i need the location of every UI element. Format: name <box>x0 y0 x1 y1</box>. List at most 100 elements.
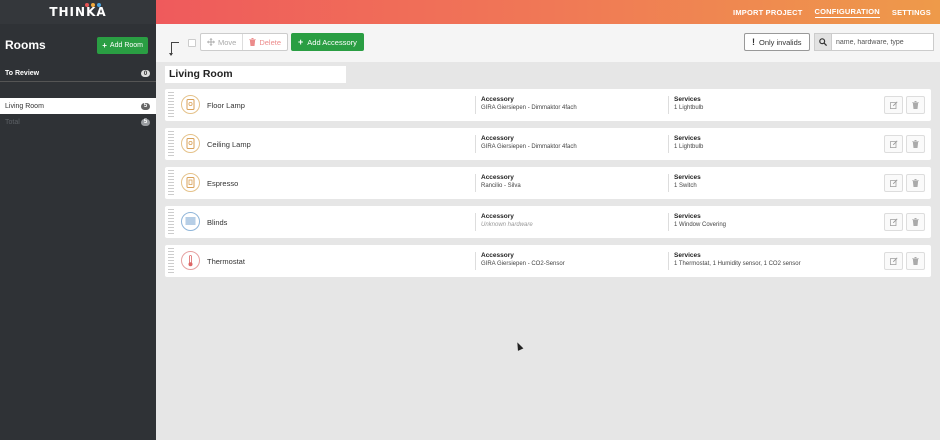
nav-import-project[interactable]: IMPORT PROJECT <box>733 8 802 17</box>
nav-configuration[interactable]: CONFIGURATION <box>814 7 880 18</box>
delete-accessory-button[interactable] <box>906 135 925 153</box>
trash-icon <box>912 257 919 265</box>
count-badge: 0 <box>141 70 150 77</box>
move-button[interactable]: Move <box>201 34 242 50</box>
move-label: Move <box>218 37 237 47</box>
trash-icon <box>912 101 919 109</box>
nav-settings[interactable]: SETTINGS <box>892 8 931 17</box>
thermometer-icon <box>181 251 200 270</box>
mouse-cursor-icon <box>514 341 524 351</box>
accessory-row[interactable]: Blinds Accessory Unknown hardware Servic… <box>165 206 931 238</box>
sidebar-item-label: Living Room <box>5 102 44 110</box>
services-column: Services 1 Lightbulb <box>668 135 703 153</box>
room-title-field[interactable]: Living Room <box>165 66 346 83</box>
count-badge: 5 <box>141 102 150 110</box>
accessory-name: Blinds <box>207 218 228 227</box>
edit-icon <box>889 101 898 109</box>
window-covering-icon <box>181 212 200 231</box>
accessory-hardware-column: Accessory Unknown hardware <box>475 213 533 231</box>
move-icon <box>207 38 215 46</box>
sidebar-item-label: To Review <box>5 70 40 77</box>
sidebar-item-living-room[interactable]: Living Room 5 <box>0 98 156 114</box>
services-label: Services <box>674 252 701 259</box>
services-column: Services 1 Window Covering <box>668 213 726 231</box>
accessory-name: Ceiling Lamp <box>207 140 251 149</box>
services-column: Services 1 Switch <box>668 174 701 192</box>
delete-accessory-button[interactable] <box>906 174 925 192</box>
add-room-label: Add Room <box>109 41 143 49</box>
trash-icon <box>912 179 919 187</box>
services-value: 1 Lightbulb <box>674 105 704 111</box>
accessory-row[interactable]: Floor Lamp Accessory GIRA Giersiepen - D… <box>165 89 931 121</box>
accessory-row[interactable]: Thermostat Accessory GIRA Giersiepen - C… <box>165 245 931 277</box>
accessory-hardware-column: Accessory GIRA Giersiepen - Dimmaktor 4f… <box>475 96 577 114</box>
only-invalids-toggle[interactable]: ! Only invalids <box>744 33 810 51</box>
accessory-name: Thermostat <box>207 257 245 266</box>
accessory-hardware: GIRA Giersiepen - Dimmaktor 4fach <box>481 144 577 150</box>
delete-button[interactable]: Delete <box>242 34 287 50</box>
logo-dots-icon <box>85 3 101 7</box>
add-accessory-label: Add Accessory <box>307 37 357 47</box>
accessory-hardware-column: Accessory GIRA Giersiepen - CO2-Sensor <box>475 252 565 270</box>
accessory-label: Accessory <box>481 213 514 220</box>
sidebar-item-label: Total <box>5 118 20 126</box>
logo-bar: THINKA <box>0 0 156 24</box>
services-value: 1 Switch <box>674 183 697 189</box>
services-column: Services 1 Thermostat, 1 Humidity sensor… <box>668 252 801 270</box>
search-input[interactable] <box>831 33 934 51</box>
add-room-button[interactable]: + Add Room <box>97 36 148 54</box>
services-label: Services <box>674 174 701 181</box>
edit-icon <box>889 140 898 148</box>
accessory-row[interactable]: Ceiling Lamp Accessory GIRA Giersiepen -… <box>165 128 931 160</box>
edit-button[interactable] <box>884 135 903 153</box>
trash-icon <box>912 140 919 148</box>
drag-handle[interactable] <box>168 170 174 196</box>
edit-button[interactable] <box>884 96 903 114</box>
edit-icon <box>889 179 898 187</box>
switch-icon <box>181 173 200 192</box>
edit-icon <box>889 218 898 226</box>
rooms-title: Rooms <box>5 38 46 52</box>
brand-logo: THINKA <box>49 5 107 19</box>
accessory-hardware-column: Accessory GIRA Giersiepen - Dimmaktor 4f… <box>475 135 577 153</box>
services-label: Services <box>674 96 701 103</box>
toolbar: Move Delete + Add Accessory ! Only inval… <box>156 24 940 62</box>
search-button[interactable] <box>814 33 831 51</box>
sidebar-item-to-review[interactable]: To Review 0 <box>0 66 156 82</box>
drag-handle[interactable] <box>168 131 174 157</box>
top-nav: IMPORT PROJECT CONFIGURATION SETTINGS <box>156 0 940 24</box>
sidebar: THINKA Rooms + Add Room To Review 0 Livi… <box>0 0 156 440</box>
edit-button[interactable] <box>884 174 903 192</box>
select-all-checkbox[interactable] <box>188 39 196 47</box>
add-accessory-button[interactable]: + Add Accessory <box>291 33 364 51</box>
select-all-arrow-icon <box>169 42 179 56</box>
edit-button[interactable] <box>884 252 903 270</box>
edit-button[interactable] <box>884 213 903 231</box>
accessory-name: Espresso <box>207 179 239 188</box>
services-label: Services <box>674 213 701 220</box>
services-value: 1 Lightbulb <box>674 144 704 150</box>
plus-icon: + <box>102 40 107 50</box>
accessory-hardware: GIRA Giersiepen - Dimmaktor 4fach <box>481 105 577 111</box>
only-invalids-label: Only invalids <box>759 37 802 47</box>
lightbulb-icon <box>181 134 200 153</box>
exclamation-icon: ! <box>752 37 755 47</box>
accessory-label: Accessory <box>481 135 514 142</box>
drag-handle[interactable] <box>168 248 174 274</box>
sidebar-item-total: Total 5 <box>0 114 156 130</box>
trash-icon <box>249 38 257 46</box>
accessory-name: Floor Lamp <box>207 101 245 110</box>
count-badge: 5 <box>141 118 150 126</box>
services-value: 1 Thermostat, 1 Humidity sensor, 1 CO2 s… <box>674 261 801 267</box>
drag-handle[interactable] <box>168 209 174 235</box>
accessory-hardware-column: Accessory Rancilio - Silva <box>475 174 521 192</box>
delete-accessory-button[interactable] <box>906 96 925 114</box>
services-label: Services <box>674 135 701 142</box>
accessory-row[interactable]: Espresso Accessory Rancilio - Silva Serv… <box>165 167 931 199</box>
accessory-label: Accessory <box>481 174 514 181</box>
delete-accessory-button[interactable] <box>906 213 925 231</box>
drag-handle[interactable] <box>168 92 174 118</box>
accessory-hardware: Rancilio - Silva <box>481 183 521 189</box>
delete-accessory-button[interactable] <box>906 252 925 270</box>
accessory-label: Accessory <box>481 96 514 103</box>
